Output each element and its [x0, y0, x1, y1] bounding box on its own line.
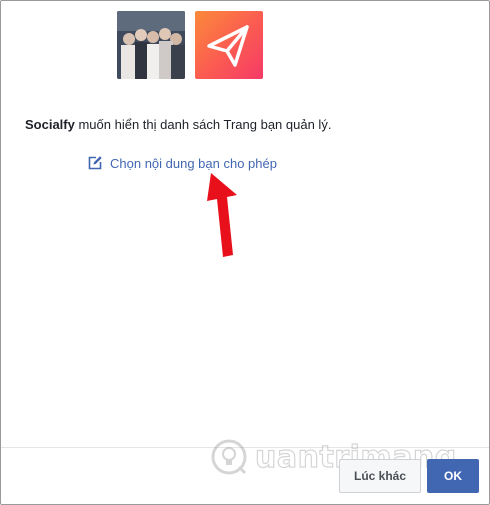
watermark-logo-icon	[211, 439, 247, 475]
paper-plane-icon	[207, 25, 249, 67]
edit-permissions-link[interactable]: Chọn nội dung bạn cho phép	[87, 155, 277, 171]
permission-message: Socialfy muốn hiển thị danh sách Trang b…	[25, 117, 331, 132]
footer-divider	[1, 447, 489, 448]
user-avatar	[117, 11, 185, 79]
edit-icon	[87, 155, 103, 171]
permission-dialog: Socialfy muốn hiển thị danh sách Trang b…	[0, 0, 490, 505]
message-text: muốn hiển thị danh sách Trang bạn quản l…	[74, 117, 332, 132]
later-button[interactable]: Lúc khác	[339, 459, 421, 493]
app-avatar	[195, 11, 263, 79]
ok-button[interactable]: OK	[427, 459, 479, 493]
edit-permissions-label: Chọn nội dung bạn cho phép	[110, 155, 277, 171]
user-photo	[117, 11, 185, 79]
app-name: Socialfy	[25, 117, 75, 132]
red-arrow-annotation	[207, 173, 237, 257]
